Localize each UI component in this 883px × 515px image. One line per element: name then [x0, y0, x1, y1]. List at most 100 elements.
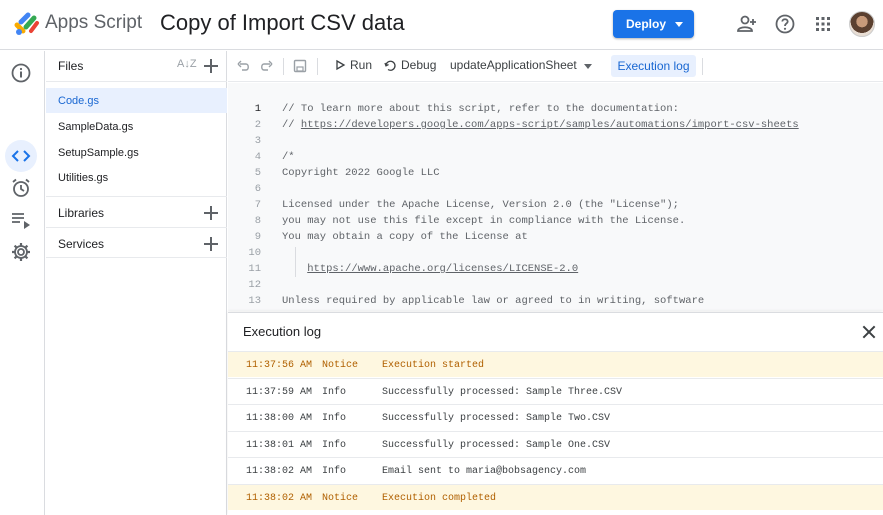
- line-number: 7: [254, 199, 261, 211]
- apps-grid-icon[interactable]: [812, 13, 834, 35]
- files-title: Files: [58, 59, 84, 73]
- editor-toolbar: Run Debug updateApplicationSheet Executi…: [228, 51, 883, 82]
- add-person-icon[interactable]: [736, 13, 758, 35]
- chevron-down-icon[interactable]: [584, 64, 592, 69]
- line-number: 13: [248, 295, 261, 307]
- add-file-icon[interactable]: [204, 59, 218, 73]
- code-line: 10: [228, 247, 883, 263]
- toolbar-divider: [702, 58, 703, 75]
- code-line: 12: [228, 279, 883, 295]
- code-line: 5 Copyright 2022 Google LLC: [228, 167, 883, 183]
- libraries-label: Libraries: [58, 206, 105, 220]
- log-message: Execution started: [382, 360, 485, 371]
- debug-label: Debug: [401, 58, 437, 72]
- code-text: Licensed under the Apache License, Versi…: [282, 199, 679, 211]
- log-level: Info: [322, 413, 347, 424]
- code-text: Unless required by applicable law or agr…: [282, 295, 705, 307]
- log-row: 11:37:56 AM Notice Execution started: [228, 351, 883, 377]
- line-number: 8: [254, 215, 261, 227]
- gear-icon[interactable]: [9, 240, 33, 264]
- log-message: Successfully processed: Sample Three.CSV: [382, 386, 623, 398]
- code-link[interactable]: https://developers.google.com/apps-scrip…: [301, 119, 799, 131]
- code-icon[interactable]: [9, 144, 33, 168]
- log-row: 11:38:00 AM Info Successfully processed: S…: [228, 404, 883, 430]
- brand-name[interactable]: Apps Script: [45, 12, 142, 34]
- debug-button[interactable]: Debug: [384, 58, 436, 72]
- close-icon[interactable]: [862, 325, 876, 339]
- file-name: Code.gs: [58, 94, 99, 107]
- log-message: Successfully processed: Sample Two.CSV: [382, 413, 611, 424]
- avatar[interactable]: [849, 11, 875, 37]
- log-level: Notice: [322, 360, 359, 371]
- log-row: 11:37:59 AM Info Successfully processed: S…: [228, 377, 883, 404]
- file-item-utilities[interactable]: Utilities.gs: [46, 165, 227, 190]
- code-line: 4 /*: [228, 151, 883, 167]
- code-text: // https://developers.google.com/apps-sc…: [282, 119, 799, 131]
- line-number: 12: [248, 279, 261, 291]
- code-editor[interactable]: 1 // To learn more about this script, ref…: [228, 83, 883, 311]
- function-select[interactable]: updateApplicationSheet: [450, 58, 577, 72]
- app-header: Apps Script Copy of Import CSV data Depl…: [0, 0, 883, 50]
- sort-az-icon[interactable]: A↓Z: [177, 58, 197, 70]
- libraries-section[interactable]: Libraries: [46, 196, 227, 227]
- save-icon[interactable]: [293, 59, 307, 73]
- code-text: https://www.apache.org/licenses/LICENSE-…: [282, 263, 578, 275]
- undo-icon[interactable]: [237, 59, 251, 73]
- line-number: 11: [248, 263, 261, 275]
- log-message: Execution completed: [382, 492, 497, 504]
- code-text: you may not use this file except in comp…: [282, 215, 686, 227]
- code-line: 9 You may obtain a copy of the License at: [228, 231, 883, 247]
- log-message: Successfully processed: Sample One.CSV: [382, 439, 611, 451]
- file-item-sampledata[interactable]: SampleData.gs: [46, 114, 227, 139]
- log-row: 11:38:02 AM Notice Execution completed: [228, 483, 883, 510]
- executions-icon[interactable]: [9, 208, 33, 232]
- line-number: 6: [254, 183, 261, 195]
- play-icon: [336, 59, 346, 71]
- code-line: 3: [228, 135, 883, 151]
- log-level: Notice: [322, 492, 359, 504]
- code-line: 2 // https://developers.google.com/apps-s…: [228, 119, 883, 135]
- file-name: Utilities.gs: [58, 171, 109, 184]
- log-level: Info: [322, 466, 347, 477]
- code-text: Copyright 2022 Google LLC: [282, 167, 440, 179]
- line-number: 10: [248, 247, 261, 259]
- file-item-setupsample[interactable]: SetupSample.gs: [46, 140, 227, 165]
- services-section[interactable]: Services: [46, 227, 227, 258]
- code-line: 6: [228, 183, 883, 199]
- log-time: 11:37:56 AM: [246, 360, 313, 371]
- chevron-down-icon: [675, 22, 683, 27]
- run-button[interactable]: Run: [334, 58, 372, 72]
- code-text: // To learn more about this script, refe…: [282, 103, 679, 115]
- log-time: 11:38:00 AM: [246, 413, 313, 424]
- code-link[interactable]: https://www.apache.org/licenses/LICENSE-…: [307, 263, 578, 275]
- code-line: 1 // To learn more about this script, ref…: [228, 103, 883, 119]
- execution-log-button[interactable]: Execution log: [611, 55, 696, 77]
- log-time: 11:38:01 AM: [246, 439, 313, 451]
- info-icon[interactable]: [9, 61, 33, 85]
- redo-icon[interactable]: [259, 59, 273, 73]
- log-row: 11:38:02 AM Info Email sent to maria@bobsa…: [228, 457, 883, 483]
- apps-script-logo-icon[interactable]: [14, 11, 40, 37]
- log-time: 11:38:02 AM: [246, 492, 313, 504]
- file-name: SetupSample.gs: [58, 146, 139, 159]
- log-row: 11:38:01 AM Info Successfully processed: S…: [228, 430, 883, 457]
- add-service-icon[interactable]: [204, 237, 218, 251]
- file-item-code[interactable]: Code.gs: [46, 88, 227, 113]
- debug-icon: [384, 60, 396, 71]
- code-line: 8 you may not use this file except in com…: [228, 215, 883, 231]
- files-panel: Files A↓Z Code.gs SampleData.gs SetupSam…: [46, 51, 227, 515]
- code-line: 11 https://www.apache.org/licenses/LICEN…: [228, 263, 883, 279]
- toolbar-divider: [283, 58, 284, 75]
- toolbar-divider: [317, 58, 318, 75]
- help-icon[interactable]: [774, 13, 796, 35]
- alarm-clock-icon[interactable]: [9, 176, 33, 200]
- code-text: You may obtain a copy of the License at: [282, 231, 528, 243]
- run-label: Run: [350, 58, 373, 72]
- files-header: Files A↓Z: [46, 51, 227, 82]
- line-number: 4: [254, 151, 261, 163]
- add-library-icon[interactable]: [204, 206, 218, 220]
- code-text: /*: [282, 151, 295, 163]
- project-title[interactable]: Copy of Import CSV data: [160, 10, 405, 36]
- deploy-button[interactable]: Deploy: [613, 10, 694, 38]
- execution-log-panel: Execution log 11:37:56 AM Notice Execution…: [228, 312, 883, 515]
